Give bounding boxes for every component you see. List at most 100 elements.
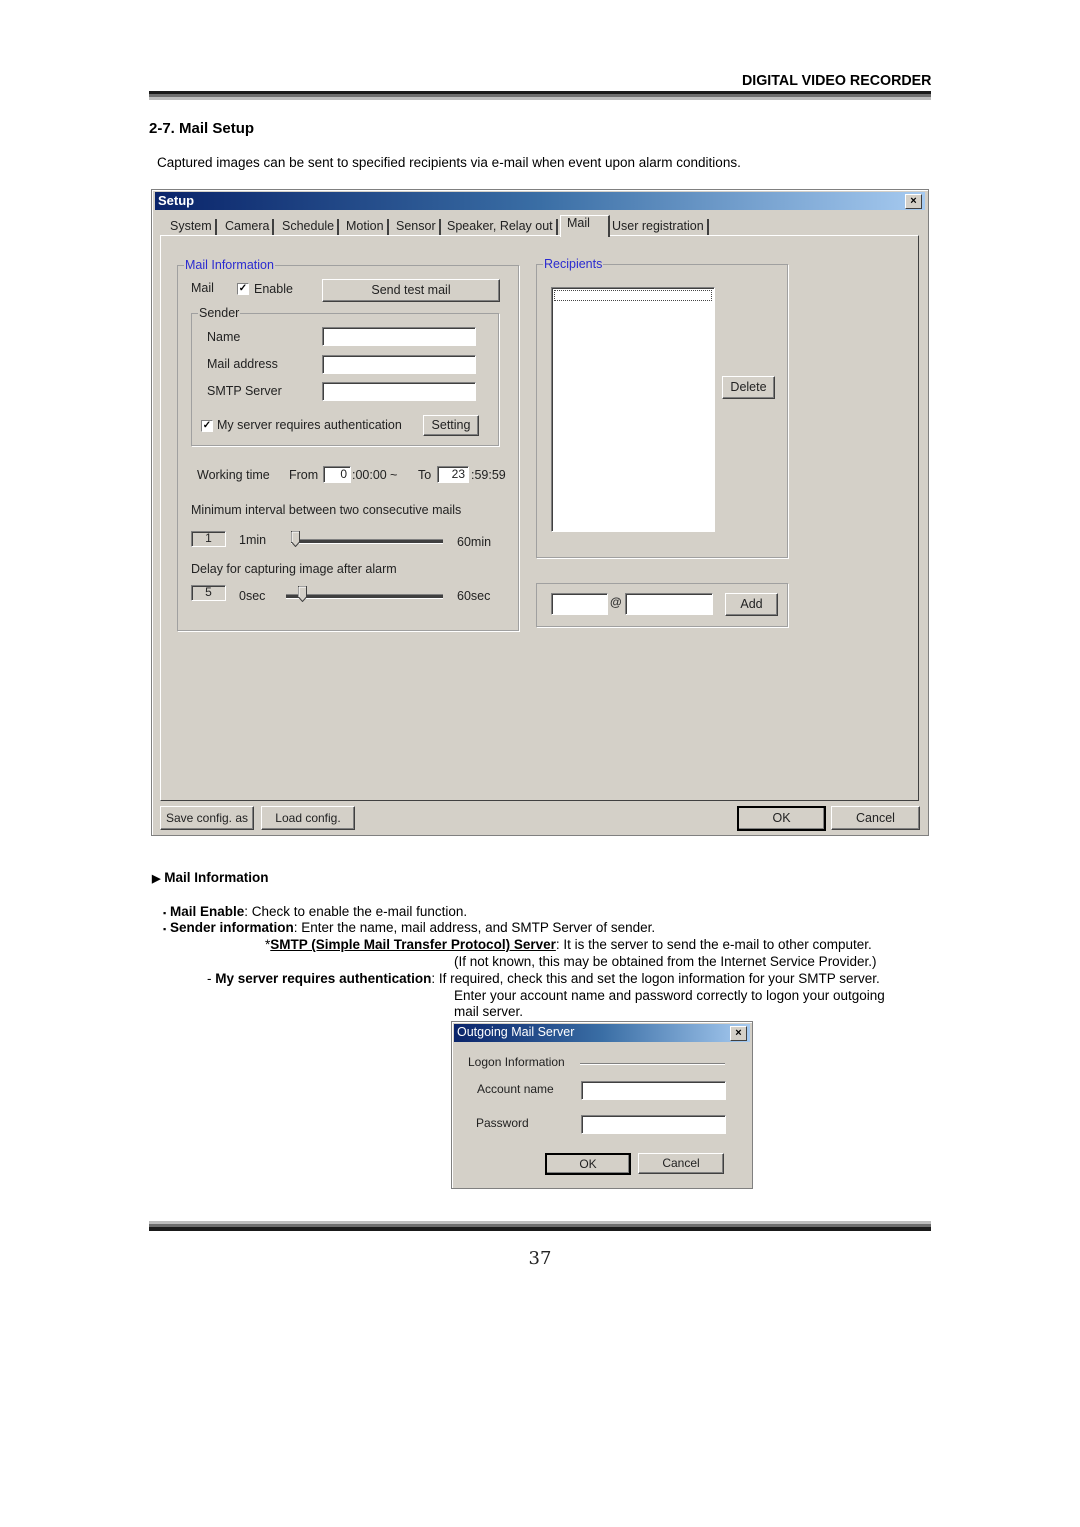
triangle-right-icon: ▶	[152, 873, 161, 885]
enable-label: Enable	[254, 282, 293, 296]
from-label: From	[289, 468, 319, 482]
dialog-cancel-button[interactable]: Cancel	[638, 1153, 724, 1174]
bullet-icon: ▪	[163, 924, 167, 934]
tab-camera[interactable]: Camera	[222, 219, 275, 235]
sender-group: Sender Name Mail address SMTP Server ✓ M…	[191, 306, 499, 446]
min-interval-max-label: 60min	[457, 535, 492, 549]
setup-window-title: Setup	[158, 193, 195, 208]
tab-motion[interactable]: Motion	[343, 219, 389, 235]
recipient-user-input[interactable]	[551, 593, 608, 615]
working-time-label: Working time	[197, 468, 270, 482]
min-interval-label: Minimum interval between two consecutive…	[191, 503, 462, 517]
smtp-server-label: SMTP Server	[207, 384, 282, 398]
from-hour-input[interactable]: 0	[323, 466, 351, 483]
dialog-title: Outgoing Mail Server	[457, 1025, 575, 1039]
tab-system[interactable]: System	[167, 219, 217, 235]
min-interval-value: 1	[191, 531, 226, 547]
dash: -	[207, 971, 216, 986]
tab-sensor[interactable]: Sensor	[393, 219, 441, 235]
outgoing-mail-server-dialog: Outgoing Mail Server × Logon Information…	[451, 1021, 753, 1189]
mail-information-label: Mail Information	[184, 258, 275, 272]
capture-delay-slider-track[interactable]	[286, 594, 443, 599]
add-recipient-group: @ Add	[536, 583, 788, 627]
document-header-title: DIGITAL VIDEO RECORDER	[741, 72, 931, 89]
from-suffix: :00:00	[352, 468, 387, 482]
to-suffix: :59:59	[471, 468, 506, 482]
logon-divider	[580, 1063, 725, 1065]
ok-button[interactable]: OK	[737, 806, 826, 831]
recipients-list[interactable]	[551, 287, 715, 532]
dialog-ok-button[interactable]: OK	[545, 1153, 631, 1175]
to-hour-input[interactable]: 23	[437, 466, 469, 483]
header-rule	[149, 91, 931, 100]
text-smtp-server: : It is the server to send the e-mail to…	[555, 937, 872, 952]
capture-delay-max-label: 60sec	[457, 589, 491, 603]
check-icon: ✓	[238, 283, 248, 294]
desc-mail-enable: ▪ Mail Enable: Check to enable the e-mai…	[163, 904, 467, 919]
desc-auth: - My server requires authentication: If …	[207, 971, 880, 986]
recipients-list-focus-row[interactable]	[554, 290, 712, 301]
desc-smtp: *SMTP (Simple Mail Transfer Protocol) Se…	[265, 937, 872, 952]
capture-delay-value: 5	[191, 585, 226, 601]
tab-user-registration[interactable]: User registration	[609, 219, 709, 235]
delete-button[interactable]: Delete	[722, 376, 775, 399]
text-mail-enable: : Check to enable the e-mail function.	[244, 904, 468, 919]
capture-delay-slider-thumb[interactable]	[298, 586, 308, 602]
desc-sender: ▪ Sender information: Enter the name, ma…	[163, 920, 655, 935]
at-sign: @	[610, 595, 622, 609]
recipient-domain-input[interactable]	[625, 593, 713, 615]
close-icon: ×	[910, 195, 917, 207]
setup-window: Setup × System Camera Schedule Motion Se…	[151, 189, 929, 836]
cancel-button[interactable]: Cancel	[831, 806, 920, 830]
description-heading-text: Mail Information	[164, 870, 269, 885]
text-sender-information: : Enter the name, mail address, and SMTP…	[293, 920, 656, 935]
desc-smtp-note: (If not known, this may be obtained from…	[454, 954, 877, 969]
description-heading: ▶ Mail Information	[152, 870, 268, 885]
setting-button[interactable]: Setting	[423, 415, 479, 436]
term-mail-enable: Mail Enable	[169, 904, 245, 919]
dialog-close-button[interactable]: ×	[730, 1026, 747, 1041]
recipients-label: Recipients	[543, 257, 604, 271]
term-sender-information: Sender information	[169, 920, 294, 935]
close-icon: ×	[735, 1027, 742, 1039]
close-button[interactable]: ×	[905, 194, 922, 209]
mail-address-label: Mail address	[207, 357, 278, 371]
auth-label: My server requires authentication	[217, 418, 402, 432]
tab-mail[interactable]: Mail	[560, 215, 610, 237]
auth-checkbox[interactable]: ✓	[201, 420, 213, 432]
password-label: Password	[476, 1116, 529, 1130]
mail-address-input[interactable]	[322, 355, 476, 374]
load-config-button[interactable]: Load config.	[261, 806, 355, 830]
dialog-titlebar: Outgoing Mail Server ×	[454, 1024, 750, 1042]
desc-auth-line2: Enter your account name and password cor…	[454, 988, 885, 1003]
add-button[interactable]: Add	[725, 593, 778, 616]
min-interval-min-label: 1min	[239, 533, 267, 547]
account-name-input[interactable]	[581, 1081, 726, 1100]
tab-speaker-relay-out[interactable]: Speaker, Relay out	[444, 219, 558, 235]
smtp-server-input[interactable]	[322, 382, 476, 401]
name-input[interactable]	[322, 327, 476, 346]
send-test-mail-button[interactable]: Send test mail	[322, 279, 500, 302]
page-number: 37	[528, 1248, 552, 1269]
password-input[interactable]	[581, 1115, 726, 1134]
mail-label: Mail	[191, 281, 214, 295]
section-title: 2-7. Mail Setup	[149, 120, 255, 137]
capture-delay-min-label: 0sec	[239, 589, 266, 603]
capture-delay-label: Delay for capturing image after alarm	[191, 562, 397, 576]
text-auth: : If required, check this and set the lo…	[431, 971, 880, 986]
min-interval-slider-track[interactable]	[291, 539, 443, 544]
term-auth: My server requires authentication	[215, 971, 432, 986]
account-name-label: Account name	[477, 1082, 554, 1096]
term-smtp-server: SMTP (Simple Mail Transfer Protocol) Ser…	[270, 937, 556, 952]
min-interval-slider-thumb[interactable]	[291, 531, 300, 547]
tab-schedule[interactable]: Schedule	[279, 219, 340, 235]
setup-titlebar: Setup ×	[155, 192, 925, 210]
footer-rule	[149, 1221, 931, 1231]
sender-label: Sender	[198, 306, 241, 320]
logon-information-label: Logon Information	[468, 1055, 565, 1069]
bullet-icon: ▪	[163, 908, 167, 918]
name-label: Name	[207, 330, 241, 344]
save-config-button[interactable]: Save config. as	[160, 806, 254, 830]
intro-text: Captured images can be sent to specified…	[157, 155, 741, 170]
enable-checkbox[interactable]: ✓	[237, 283, 249, 295]
